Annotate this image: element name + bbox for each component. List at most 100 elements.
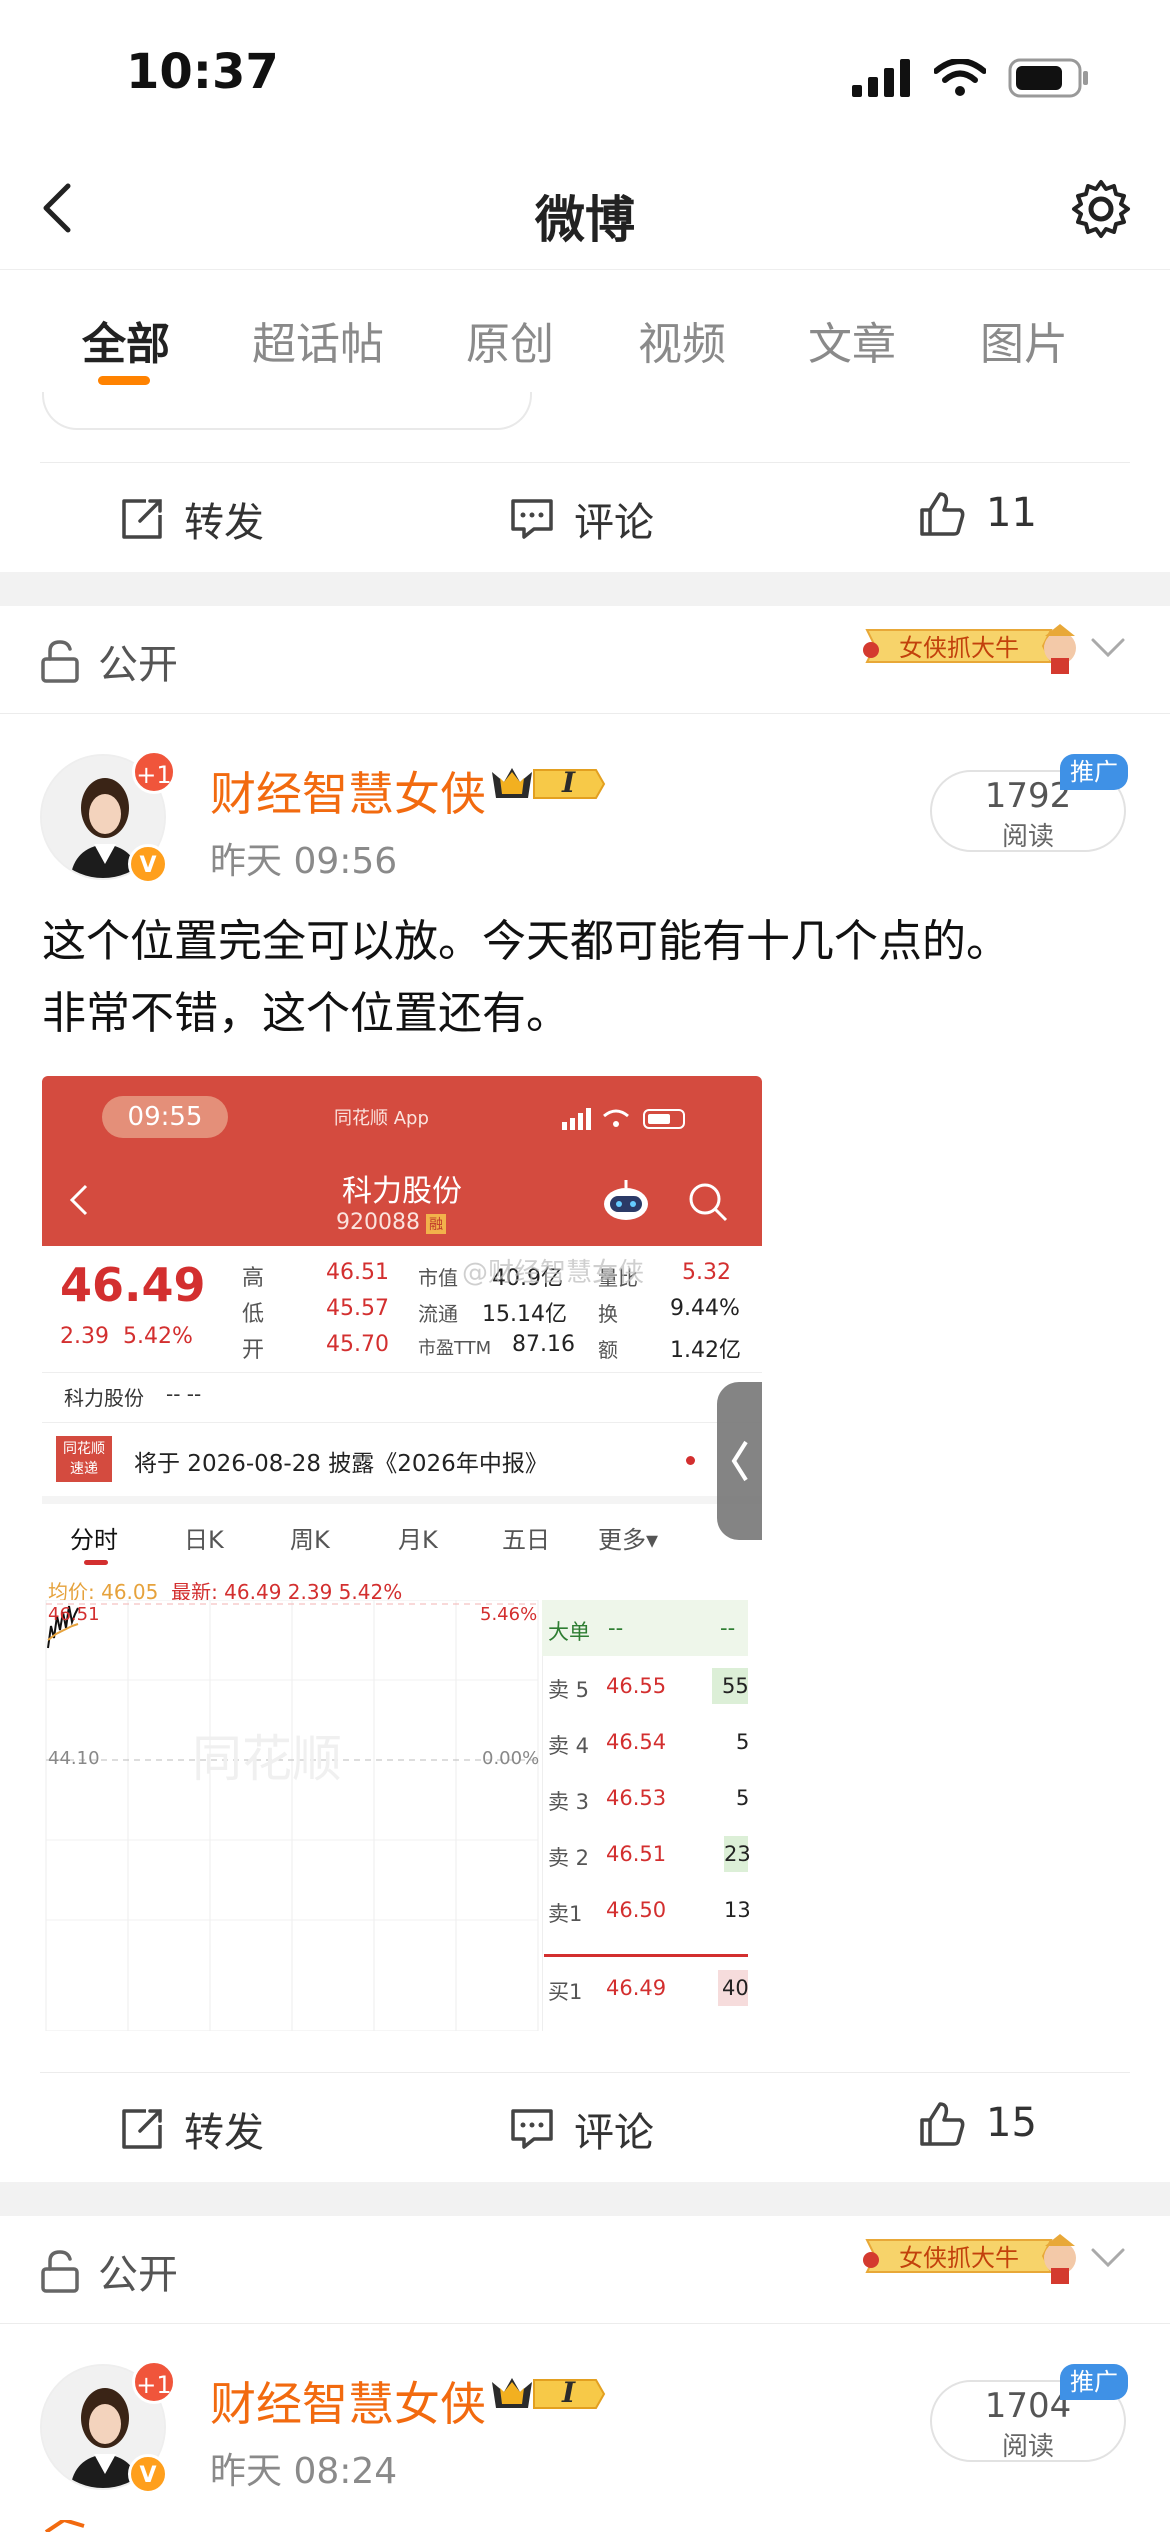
- vip-badge[interactable]: I: [490, 2374, 606, 2418]
- repost-button[interactable]: 转发: [120, 490, 264, 548]
- tab-original[interactable]: 原创: [466, 308, 554, 372]
- visibility-label[interactable]: 公开: [40, 632, 178, 690]
- image-order-vol: 5: [736, 1730, 750, 1754]
- image-divider: [42, 1372, 762, 1373]
- image-quote-label: 市值: [418, 1266, 458, 1290]
- image-order-vol: 40: [722, 1976, 749, 2000]
- verified-badge: V: [128, 844, 168, 884]
- image-quote-value: 15.14亿: [482, 1302, 567, 1327]
- tab-article[interactable]: 文章: [808, 308, 896, 372]
- post-time: 昨天 08:24: [210, 2451, 398, 2492]
- comment-button[interactable]: 评论: [510, 2100, 654, 2158]
- promote-badge[interactable]: 推广: [1060, 2364, 1128, 2400]
- image-quote-label: 换: [598, 1302, 618, 1326]
- image-quote-label: 流通: [418, 1302, 458, 1326]
- image-order-side: 买1: [548, 1980, 583, 2004]
- comment-icon: [511, 2109, 553, 2149]
- tab-supertopic[interactable]: 超话帖: [252, 308, 384, 372]
- unlock-icon: [41, 640, 79, 683]
- tab-all[interactable]: 全部: [82, 308, 170, 372]
- image-order-side: 卖 5: [548, 1678, 590, 1702]
- image-stock-name: 科力股份: [342, 1174, 462, 1209]
- image-chart-tabs: 分时 日K 周K 月K 五日 更多▾: [42, 1510, 762, 1570]
- visibility-text: 公开: [98, 642, 178, 688]
- image-robot-icon: [604, 1180, 648, 1220]
- image-chart-tab: 日K: [184, 1526, 224, 1554]
- repost-label: 转发: [184, 500, 264, 546]
- image-order-price: 46.50: [606, 1898, 667, 1922]
- post-time: 昨天 09:56: [210, 841, 398, 882]
- tab-images[interactable]: 图片: [980, 308, 1068, 372]
- feed-separator: [0, 2182, 1170, 2216]
- read-count-label: 阅读: [1001, 822, 1054, 852]
- like-count: 15: [986, 2100, 1037, 2146]
- like-button[interactable]: 11: [918, 490, 1037, 536]
- repost-label: 转发: [184, 2110, 264, 2156]
- image-rong-tag: 融: [425, 1214, 446, 1234]
- vip-badge[interactable]: I: [490, 764, 606, 808]
- visibility-label[interactable]: 公开: [40, 2242, 178, 2300]
- crown-icon: [492, 768, 606, 799]
- image-quote-value: 45.57: [326, 1296, 389, 1321]
- read-count-label: 阅读: [1001, 2432, 1054, 2462]
- image-intraday-chart: 同花顺: [45, 1600, 539, 2031]
- image-order-divider: [544, 1954, 748, 1957]
- svg-text:同花顺: 同花顺: [192, 1731, 342, 1787]
- repost-icon: [122, 2109, 162, 2149]
- image-chart-mid-pct: 0.00%: [482, 1748, 540, 1769]
- image-quote-value: 46.51: [326, 1260, 389, 1285]
- visibility-text: 公开: [98, 2252, 178, 2298]
- image-app-name: 同花顺 App: [334, 1108, 429, 1129]
- image-status-time: 09:55: [102, 1096, 228, 1138]
- image-divider: [42, 1422, 762, 1423]
- image-order-vol: 5: [736, 1786, 750, 1810]
- image-price: 46.49: [60, 1258, 206, 1312]
- image-order-side: 卖 3: [548, 1790, 590, 1814]
- like-button[interactable]: 15: [918, 2100, 1037, 2146]
- image-stock-code: 920088: [336, 1210, 420, 1235]
- comment-label: 评论: [574, 2110, 654, 2156]
- image-order-price: 46.51: [606, 1842, 667, 1866]
- image-quote-row: 低: [242, 1302, 265, 1327]
- image-watermark: @财经智慧女侠: [462, 1258, 645, 1288]
- tab-indicator: [98, 376, 150, 385]
- post-text-line: 非常不错，这个位置还有。: [42, 988, 570, 1039]
- author-name[interactable]: 财经智慧女侠: [210, 2368, 486, 2434]
- post-actions: 转发 评论 15: [0, 2072, 1170, 2182]
- image-news-text: 将于 2026-08-28 披露《2026年中报》: [134, 1451, 548, 1477]
- nav-bar: 微博: [0, 150, 1170, 270]
- image-news-logo: 同花顺 速递: [56, 1436, 112, 1482]
- fan-badge-text: 女侠抓大牛: [899, 2244, 1019, 2272]
- image-quote-value: 5.32: [682, 1260, 731, 1285]
- promote-badge[interactable]: 推广: [1060, 754, 1128, 790]
- author-name[interactable]: 财经智慧女侠: [210, 758, 486, 824]
- next-content-peek: [44, 2520, 85, 2532]
- wifi-icon: [934, 59, 986, 96]
- image-order-vol: 55: [722, 1674, 749, 1698]
- fan-badge[interactable]: 女侠抓大牛: [855, 2224, 1085, 2288]
- tab-video[interactable]: 视频: [638, 308, 726, 372]
- feed-separator: [0, 572, 1170, 606]
- image-divider: [42, 1496, 762, 1504]
- battery-icon: [1008, 58, 1088, 98]
- chevron-down-icon[interactable]: [1090, 636, 1126, 660]
- image-chart-top: 46.51: [48, 1604, 100, 1625]
- image-status-icons: [562, 1108, 685, 1130]
- previous-post-actions: 转发 评论 11: [0, 462, 1170, 572]
- visibility-row: 公开 女侠抓大牛: [0, 606, 1170, 714]
- image-stock-code-wrap: 920088 融: [336, 1210, 446, 1235]
- image-big-order-vals2: --: [720, 1616, 736, 1640]
- gear-icon[interactable]: [1068, 176, 1134, 242]
- avatar-plus-badge: +1: [132, 750, 176, 794]
- chevron-down-icon[interactable]: [1090, 2246, 1126, 2270]
- comment-button[interactable]: 评论: [510, 490, 654, 548]
- image-order-side: 卖 2: [548, 1846, 590, 1870]
- repost-button[interactable]: 转发: [120, 2100, 264, 2158]
- image-chart-tab: 更多▾: [598, 1526, 659, 1554]
- image-order-side: 卖1: [548, 1902, 583, 1926]
- image-chart-tab-indicator: [84, 1560, 108, 1565]
- unlock-icon: [41, 2250, 79, 2293]
- post-image[interactable]: 09:55 同花顺 App 科力股份 920088 融 46.49 2.39 5.…: [42, 1076, 762, 2031]
- fan-badge[interactable]: 女侠抓大牛: [855, 614, 1085, 678]
- image-chart-top-pct: 5.46%: [480, 1604, 538, 1625]
